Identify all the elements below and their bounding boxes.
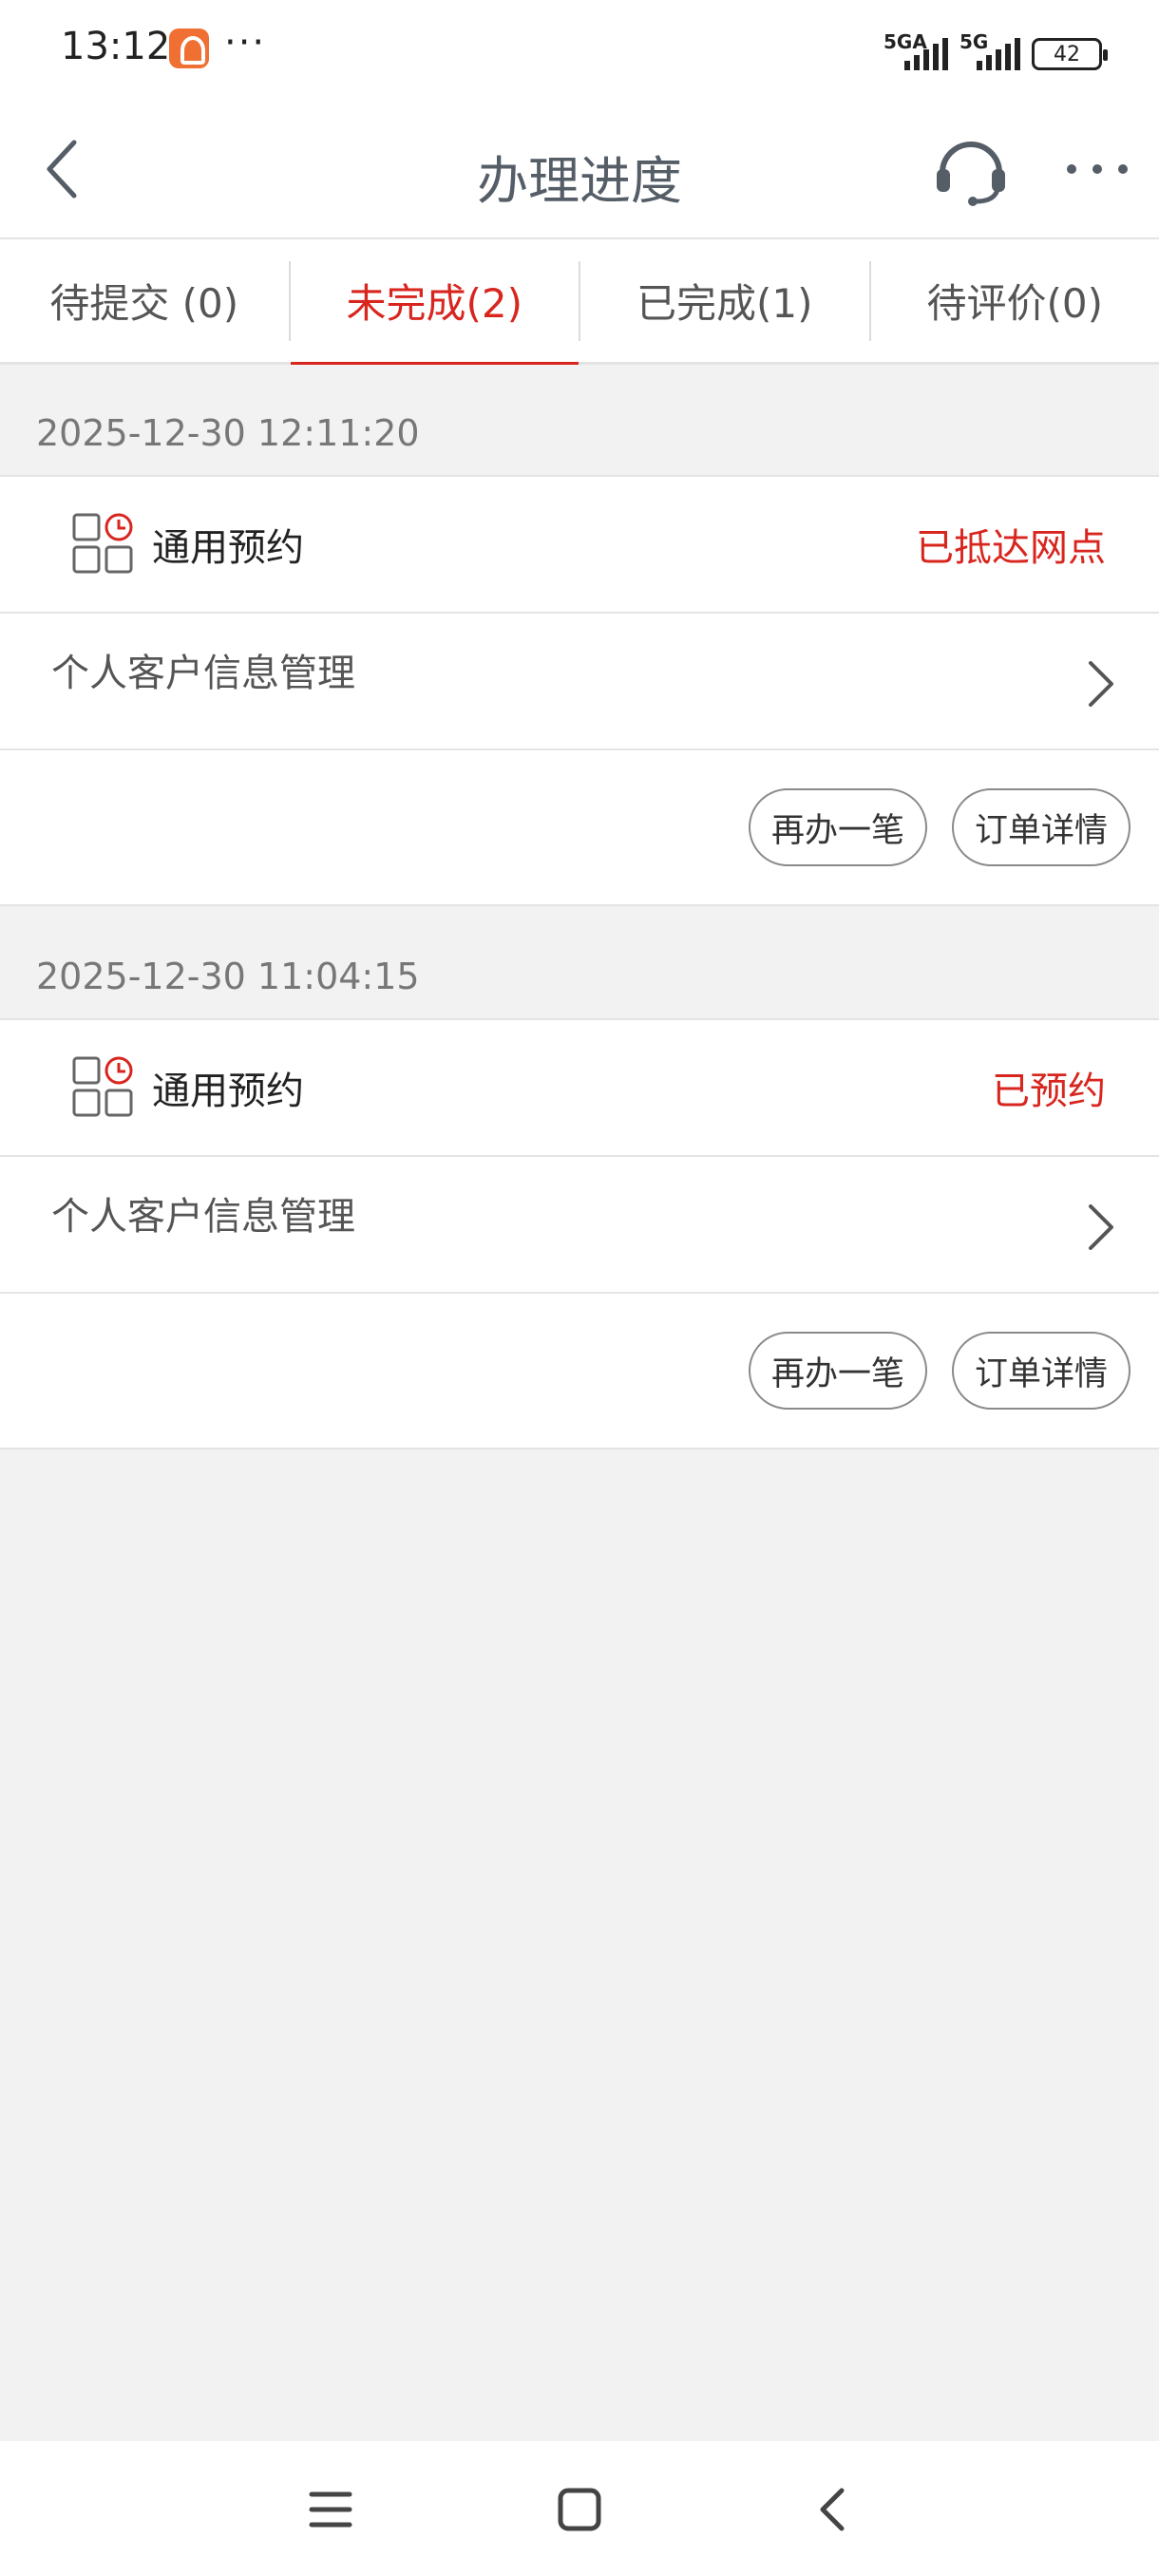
order-status: 已预约 xyxy=(992,1070,1106,1113)
business-name: 个人客户信息管理 xyxy=(51,652,355,695)
status-time: 13:12 xyxy=(61,25,171,68)
nav-menu-button[interactable] xyxy=(302,2483,359,2536)
order-time: 2025-12-30 11:04:15 xyxy=(0,908,1159,1020)
service-row: 通用预约 已预约 xyxy=(0,1020,1159,1157)
status-indicators: 5GA 5G 42 xyxy=(884,28,1108,70)
order-card: 2025-12-30 11:04:15 通用预约 已预约 个人客户信息管理 再办… xyxy=(0,908,1159,1449)
customer-service-button[interactable] xyxy=(933,131,1009,207)
status-tabs: 待提交 (0) 未完成(2) 已完成(1) 待评价(0) xyxy=(0,239,1159,365)
app-header: 办理进度 xyxy=(0,95,1159,239)
order-status: 已抵达网点 xyxy=(916,526,1106,570)
battery-icon: 42 xyxy=(1032,38,1108,70)
more-dots-icon xyxy=(1067,164,1128,174)
signal-5g-label: 5G xyxy=(960,30,989,53)
tab-pending-review[interactable]: 待评价(0) xyxy=(871,239,1159,362)
nav-back-button[interactable] xyxy=(804,2483,861,2536)
business-name: 个人客户信息管理 xyxy=(51,1195,355,1239)
business-row[interactable]: 个人客户信息管理 xyxy=(0,1157,1159,1294)
more-notifications-icon: ··· xyxy=(224,21,267,65)
home-square-icon xyxy=(558,2488,601,2531)
order-details-button[interactable]: 订单详情 xyxy=(951,1332,1130,1410)
chevron-right-icon xyxy=(1089,1204,1113,1250)
service-row: 通用预约 已抵达网点 xyxy=(0,477,1159,614)
nav-home-button[interactable] xyxy=(551,2483,608,2536)
business-row[interactable]: 个人客户信息管理 xyxy=(0,614,1159,750)
tab-completed[interactable]: 已完成(1) xyxy=(580,239,869,362)
headset-icon xyxy=(937,142,1005,206)
signal-5ga-label: 5GA xyxy=(884,30,927,53)
tab-pending-submit[interactable]: 待提交 (0) xyxy=(0,239,289,362)
status-bar: 13:12 ··· 5GA 5G 42 xyxy=(0,0,1159,95)
signal-5ga-icon: 5GA xyxy=(884,30,950,70)
appointment-icon xyxy=(72,1056,133,1117)
redo-order-button[interactable]: 再办一笔 xyxy=(748,788,927,866)
service-name: 通用预约 xyxy=(152,526,304,570)
order-actions: 再办一笔 订单详情 xyxy=(0,750,1159,906)
order-time: 2025-12-30 12:11:20 xyxy=(0,365,1159,477)
tab-incomplete[interactable]: 未完成(2) xyxy=(290,239,580,365)
signal-5g-icon: 5G xyxy=(960,30,1022,70)
system-nav-bar xyxy=(0,2441,1159,2576)
service-name: 通用预约 xyxy=(152,1070,304,1113)
menu-icon xyxy=(309,2491,352,2528)
more-button[interactable] xyxy=(1064,150,1130,188)
order-card: 2025-12-30 12:11:20 通用预约 已抵达网点 个人客户信息管理 … xyxy=(0,365,1159,906)
chevron-right-icon xyxy=(1089,661,1113,707)
order-actions: 再办一笔 订单详情 xyxy=(0,1294,1159,1449)
back-triangle-icon xyxy=(820,2488,845,2531)
app-notification-icon xyxy=(169,28,209,68)
appointment-icon xyxy=(72,513,133,574)
redo-order-button[interactable]: 再办一笔 xyxy=(748,1332,927,1410)
order-details-button[interactable]: 订单详情 xyxy=(951,788,1130,866)
